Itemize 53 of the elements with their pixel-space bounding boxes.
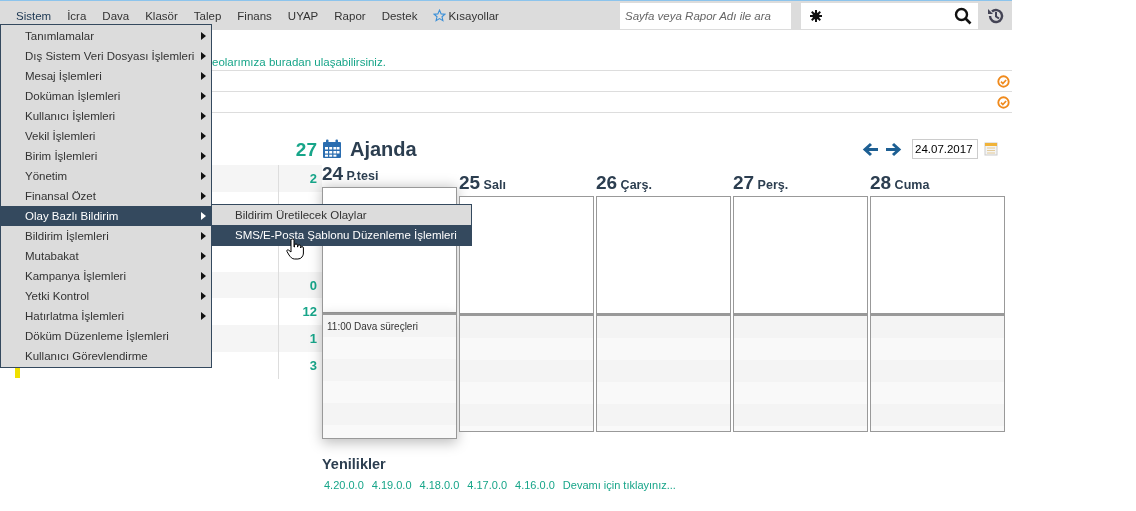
calendar-icon [322,139,342,159]
menu-item[interactable]: Rapor [326,9,374,22]
menu-item[interactable]: Yetki Kontrol [1,286,211,306]
date-field[interactable]: 24.07.2017 [912,139,978,159]
day-heading: 28 Cuma [870,172,930,194]
count: 12 [302,304,317,320]
event[interactable]: 11:00 Dava süreçleri [323,315,422,338]
menu-item[interactable]: Destek [373,9,426,22]
menu-item[interactable]: Finans [229,9,280,22]
menu-item[interactable]: Bildirim İşlemleri [1,226,211,246]
menu-item[interactable]: Tanımlamalar [1,26,211,46]
menu-item[interactable]: Mutabakat [1,246,211,266]
agenda-title: Ajanda [350,137,417,161]
shortcuts-menu[interactable]: Kısayollar [425,9,507,22]
menu-item[interactable]: Vekil İşlemleri [1,126,211,146]
menu-item[interactable]: Talep [185,9,230,22]
arrow-left-icon[interactable] [862,141,879,157]
count: 3 [309,357,317,373]
day-heading: 25 Salı [459,172,506,194]
news-title: Yenilikler [322,456,387,472]
menu-item[interactable]: UYAP [279,9,327,22]
menu-item[interactable]: Kullanıcı İşlemleri [1,106,211,126]
history-icon[interactable] [987,6,1005,25]
count: 2 [309,170,317,186]
menu-item[interactable]: Bildirim Üretilecek Olaylar [212,205,471,225]
menu-item[interactable]: Yönetim [1,166,211,186]
menu-item[interactable]: Sistem [8,9,60,22]
hand-cursor-icon [286,238,304,260]
menu-item[interactable]: İcra [59,9,95,22]
menu-item[interactable]: Birim İşlemleri [1,146,211,166]
menu-item[interactable]: Kullanıcı Görevlendirme [1,346,211,366]
menu-item[interactable]: SMS/E-Posta Şablonu Düzenleme İşlemleri [212,225,471,245]
count: 0 [309,277,317,293]
star-icon [433,9,447,22]
menu-item[interactable]: Olay Bazlı Bildirim [1,206,211,226]
menu-item[interactable]: Hatırlatma İşlemleri [1,306,211,326]
menu-item[interactable]: Döküm Düzenleme İşlemleri [1,326,211,346]
menu-item[interactable]: Dış Sistem Veri Dosyası İşlemleri [1,46,211,66]
search-icon[interactable] [954,6,972,25]
day-heading: 26 Çarş. [596,172,652,194]
total-count: 27 [295,139,317,161]
search-field[interactable] [801,2,978,29]
menu-item[interactable]: Kampanya İşlemleri [1,266,211,286]
menu-item[interactable]: Mesaj İşlemleri [1,66,211,86]
menu-item[interactable]: Dava [94,9,138,22]
search-field[interactable]: Sayfa veya Rapor Adı ile ara [620,2,791,29]
day-heading: 27 Perş. [733,172,789,194]
day-heading: 24 P.tesi [322,163,379,185]
arrow-right-icon[interactable] [885,141,902,157]
count: 1 [309,330,317,346]
menu-item[interactable]: Doküman İşlemleri [1,86,211,106]
menu-item[interactable]: Finansal Özet [1,186,211,206]
menu-item[interactable]: Klasör [137,9,186,22]
